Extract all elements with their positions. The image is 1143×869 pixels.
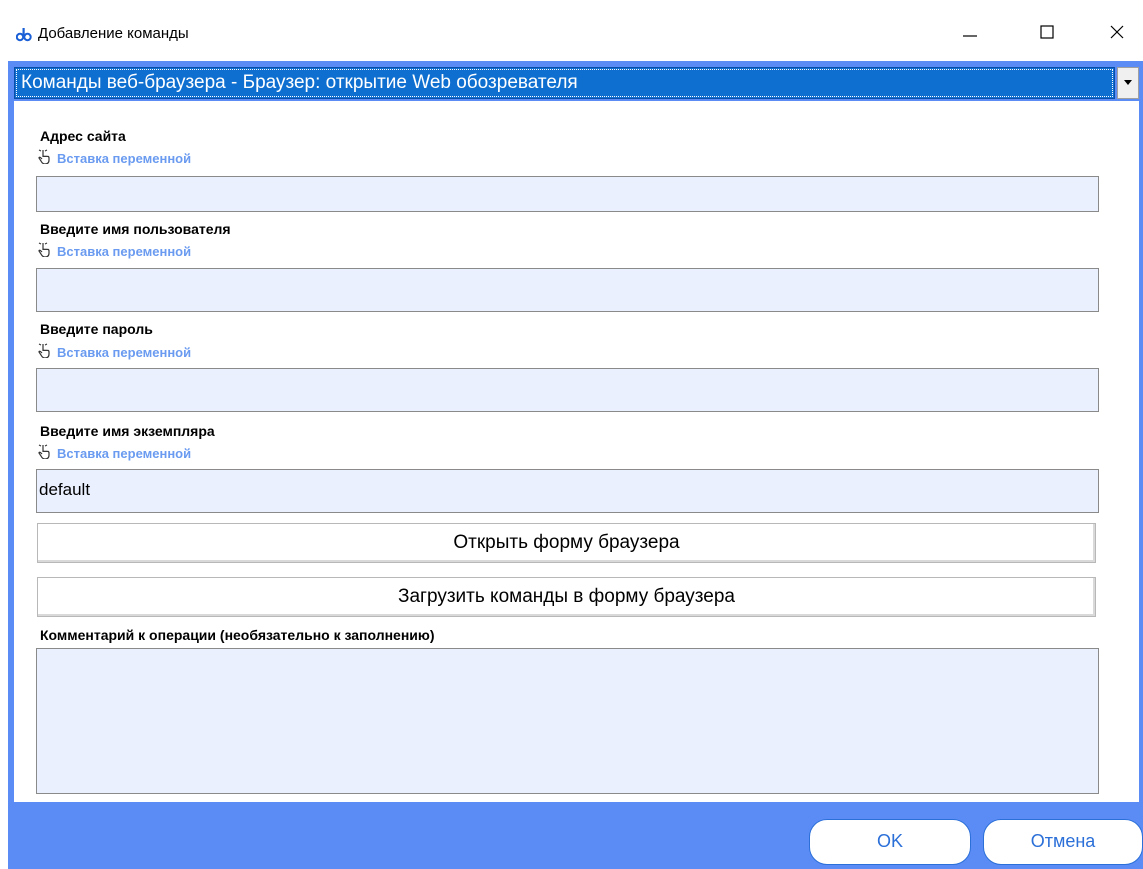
hand-pointer-icon — [38, 242, 52, 261]
hand-pointer-icon — [38, 444, 52, 463]
command-type-select[interactable]: Команды веб-браузера - Браузер: открытие… — [14, 67, 1115, 99]
dropdown-arrow-icon — [1124, 80, 1132, 85]
password-insert-variable-link[interactable]: Вставка переменной — [38, 343, 191, 362]
ok-button[interactable]: OK — [809, 819, 971, 865]
username-label: Введите имя пользователя — [40, 221, 231, 237]
site-address-label: Адрес сайта — [40, 128, 126, 144]
password-input[interactable] — [36, 368, 1099, 412]
dropdown-button[interactable] — [1117, 67, 1139, 99]
close-button[interactable] — [1094, 12, 1140, 52]
insert-variable-text: Вставка переменной — [57, 445, 192, 461]
comment-label: Комментарий к операции (необязательно к … — [40, 627, 435, 643]
instance-name-input[interactable]: default — [36, 469, 1099, 513]
username-insert-variable-link[interactable]: Вставка переменной — [38, 242, 191, 261]
maximize-button[interactable] — [1024, 12, 1070, 52]
cancel-button[interactable]: Отмена — [983, 819, 1143, 865]
minimize-icon — [963, 35, 977, 37]
instance-name-label: Введите имя экземпляра — [40, 423, 215, 439]
instance-name-insert-variable-link[interactable]: Вставка переменной — [38, 444, 191, 463]
hand-pointer-icon — [38, 149, 52, 168]
load-commands-button[interactable]: Загрузить команды в форму браузера — [37, 577, 1096, 617]
comment-textarea[interactable] — [36, 648, 1099, 794]
title-bar: Добавление команды — [0, 0, 1143, 61]
maximize-icon — [1040, 25, 1054, 39]
username-input[interactable] — [36, 268, 1099, 312]
site-address-insert-variable-link[interactable]: Вставка переменной — [38, 149, 191, 168]
password-label: Введите пароль — [40, 321, 153, 337]
site-address-input[interactable] — [36, 176, 1099, 212]
insert-variable-text: Вставка переменной — [57, 150, 192, 166]
open-browser-form-button[interactable]: Открыть форму браузера — [37, 523, 1096, 563]
insert-variable-text: Вставка переменной — [57, 243, 192, 259]
window-title: Добавление команды — [38, 25, 189, 42]
close-icon — [1110, 25, 1124, 39]
hand-pointer-icon — [38, 343, 52, 362]
app-icon — [15, 26, 32, 42]
minimize-button[interactable] — [947, 12, 993, 52]
insert-variable-text: Вставка переменной — [57, 344, 192, 360]
